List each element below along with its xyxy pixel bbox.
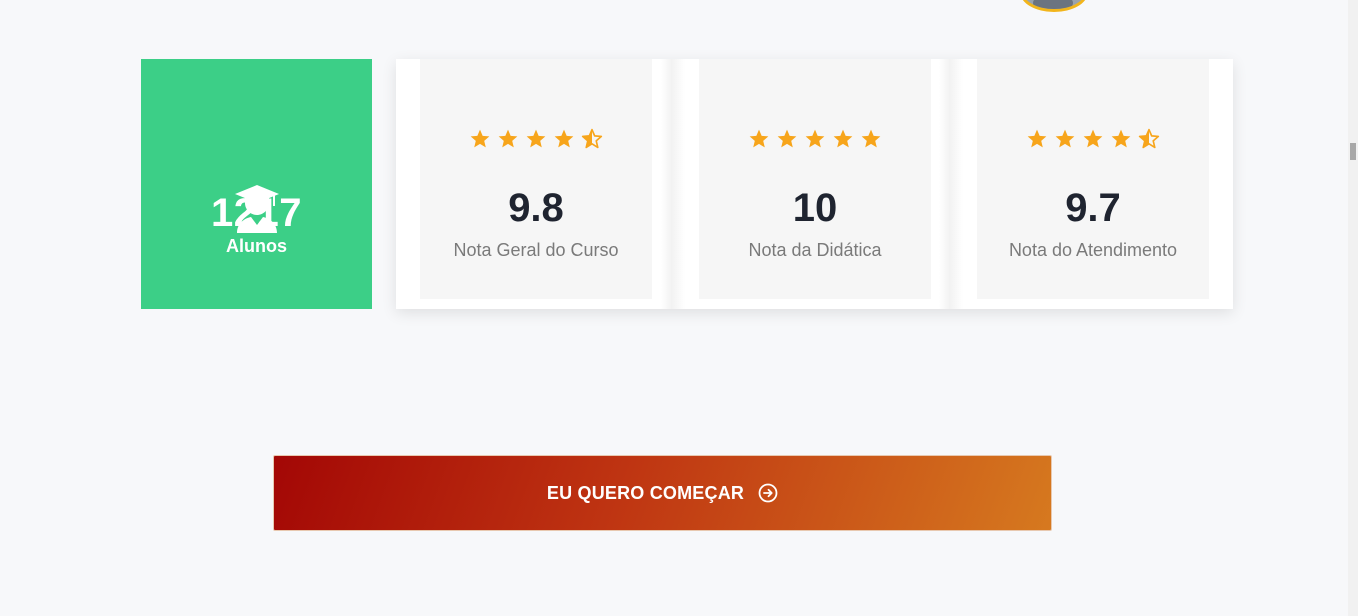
- vertical-scrollbar[interactable]: [1348, 0, 1358, 616]
- rating-label: Nota Geral do Curso: [453, 240, 619, 260]
- rating-card-geral: 9.8 Nota Geral do Curso: [420, 59, 652, 299]
- star-half-icon: [581, 128, 603, 149]
- rating-score: 9.7: [1065, 186, 1121, 230]
- star-full-icon: [1027, 129, 1047, 148]
- star-full-icon: [749, 129, 769, 148]
- star-full-icon: [498, 129, 518, 148]
- rating-card-didatica: 10 Nota da Didática: [699, 59, 931, 299]
- star-full-icon: [554, 129, 574, 148]
- rating-label: Nota da Didática: [748, 240, 882, 260]
- arrow-right-circle-icon: [758, 483, 778, 503]
- scrollbar-thumb[interactable]: [1350, 143, 1356, 160]
- star-full-icon: [1055, 129, 1075, 148]
- star-rating: [420, 128, 652, 150]
- students-label: Alunos: [226, 236, 287, 256]
- star-half-icon: [1138, 128, 1160, 149]
- star-rating: [977, 128, 1209, 150]
- star-full-icon: [777, 129, 797, 148]
- star-full-icon: [526, 129, 546, 148]
- students-count: 1217: [211, 191, 302, 235]
- star-full-icon: [805, 129, 825, 148]
- rating-card-atendimento: 9.7 Nota do Atendimento: [977, 59, 1209, 299]
- start-button[interactable]: EU QUERO COMEÇAR: [273, 455, 1052, 531]
- students-stat-card: 1217 Alunos: [141, 59, 372, 309]
- star-full-icon: [1083, 129, 1103, 148]
- rating-score: 9.8: [508, 186, 564, 230]
- rating-label: Nota do Atendimento: [1008, 240, 1178, 260]
- start-button-label: EU QUERO COMEÇAR: [546, 482, 745, 503]
- rating-score: 10: [792, 186, 838, 230]
- star-full-icon: [861, 129, 881, 148]
- ratings-panel: 9.8 Nota Geral do Curso 10 Nota da Didát…: [396, 59, 1233, 309]
- page: 1217 Alunos 9.8 Nota Geral do Curso 10 N…: [0, 0, 1358, 616]
- star-rating: [699, 128, 931, 150]
- star-full-icon: [833, 129, 853, 148]
- star-full-icon: [1111, 129, 1131, 148]
- star-full-icon: [470, 129, 490, 148]
- avatar: [1020, 0, 1088, 12]
